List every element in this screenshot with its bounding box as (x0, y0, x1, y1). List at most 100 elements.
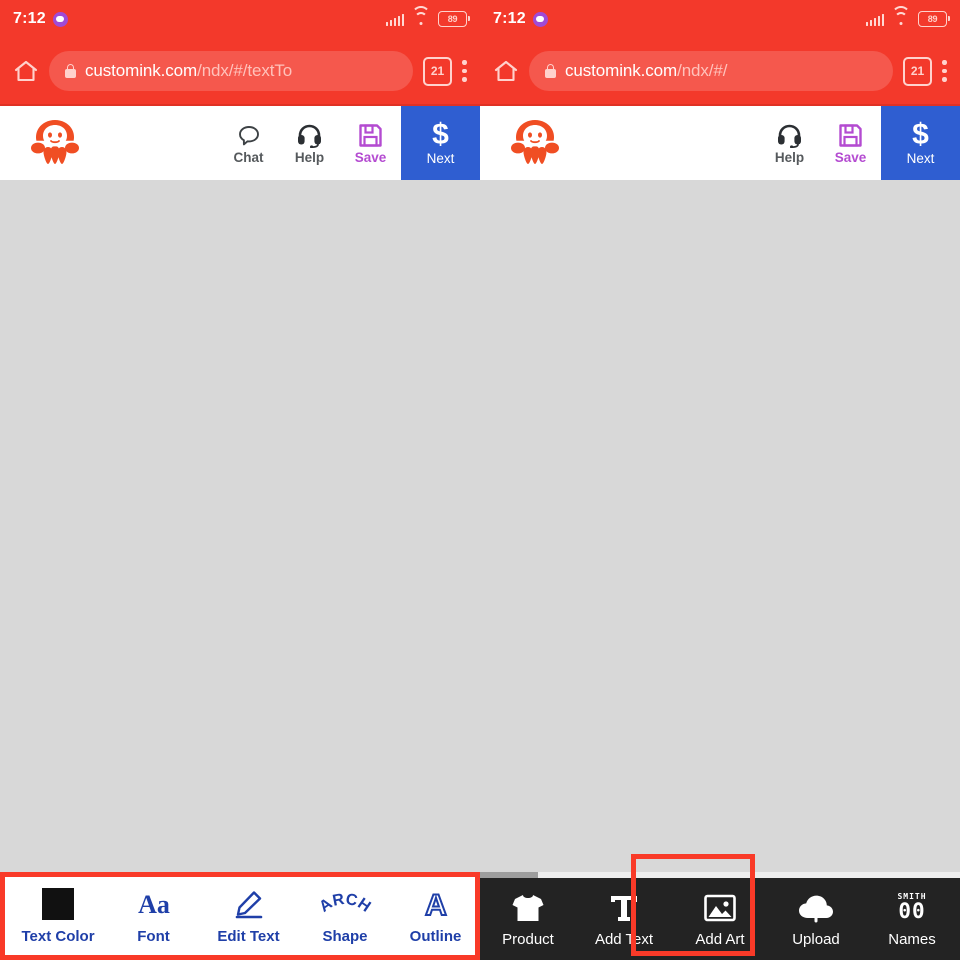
chat-label: Chat (233, 150, 264, 165)
tool-names[interactable]: SMITH 00 Names (869, 885, 955, 954)
tool-label: Upload (792, 930, 840, 948)
chat-icon (237, 121, 261, 148)
tool-label: Outline (409, 928, 462, 945)
tool-shape[interactable]: ARCH Shape (301, 887, 389, 945)
image-picture-icon (704, 891, 736, 925)
save-button[interactable]: Save (820, 106, 881, 180)
help-button[interactable]: Help (759, 106, 820, 180)
font-aa-icon: Aa (134, 887, 174, 921)
chat-bubble-icon (52, 11, 68, 27)
next-button[interactable]: $ Next (881, 106, 960, 180)
pencil-edit-icon (232, 887, 266, 921)
url-path: /ndx/#/ (677, 61, 728, 80)
url-text-left: customink.com/ndx/#/textTo (85, 61, 292, 81)
tool-edit-text[interactable]: Edit Text (196, 887, 301, 945)
svg-text:Aa: Aa (138, 890, 170, 919)
status-time: 7:12 (13, 10, 46, 27)
headset-icon (776, 121, 803, 148)
next-label: Next (426, 151, 455, 166)
tool-label: Names (888, 930, 936, 948)
cloud-upload-icon (798, 891, 834, 925)
tool-upload[interactable]: Upload (773, 885, 859, 954)
text-edit-toolbar[interactable]: Text Color Aa Font Edit Text ARCH Shape … (0, 872, 480, 960)
help-label: Help (774, 150, 805, 165)
jersey-number-icon: SMITH 00 (897, 891, 926, 925)
tool-add-text[interactable]: Add Text (581, 885, 667, 954)
next-button[interactable]: $ Next (401, 106, 480, 180)
browser-url-bar-left: customink.com/ndx/#/textTo 21 (0, 38, 480, 104)
save-button[interactable]: Save (340, 106, 401, 180)
status-bar-right: 7:12 89 (480, 0, 960, 38)
tool-label: Shape (322, 928, 368, 945)
save-label: Save (354, 150, 387, 165)
kebab-menu-icon[interactable] (942, 60, 947, 82)
address-bar-left[interactable]: customink.com/ndx/#/textTo (49, 51, 413, 91)
tool-add-art[interactable]: Add Art (677, 885, 763, 954)
status-right-group: 89 (385, 5, 470, 27)
outline-a-icon: A (420, 887, 452, 921)
tool-label: Add Text (594, 930, 654, 948)
tool-label: Add Art (695, 930, 745, 948)
dual-screenshot-comparison: 7:12 89 customink.com/ndx/#/textTo 21 Ch… (0, 0, 960, 960)
url-domain: customink.com (85, 61, 198, 80)
svg-text:ARCH: ARCH (318, 891, 372, 916)
floppy-disk-icon (358, 121, 383, 148)
chat-bubble-icon (532, 11, 548, 27)
headset-icon (296, 121, 323, 148)
home-icon[interactable] (493, 59, 519, 83)
right-phone-screen: 7:12 89 customink.com/ndx/#/ 21 Help Sav… (480, 0, 960, 960)
tool-label: Product (502, 930, 554, 948)
status-right-group: 89 (865, 5, 950, 27)
kebab-menu-icon[interactable] (462, 60, 467, 82)
help-label: Help (294, 150, 325, 165)
lock-icon (65, 64, 76, 78)
customink-octopus-logo[interactable] (0, 106, 110, 180)
next-label: Next (906, 151, 935, 166)
battery-level: 89 (927, 14, 938, 24)
svg-text:A: A (425, 889, 447, 919)
chat-button[interactable]: Chat (218, 106, 279, 180)
tool-label: Text Color (21, 928, 95, 945)
tshirt-icon (511, 891, 545, 925)
status-bar-left: 7:12 89 (0, 0, 480, 38)
tool-text-color[interactable]: Text Color (5, 887, 111, 945)
signal-bars-icon (865, 13, 884, 26)
appbar-spacer (590, 106, 759, 180)
tool-label: Edit Text (217, 928, 280, 945)
tool-product[interactable]: Product (485, 885, 571, 954)
url-text-right: customink.com/ndx/#/ (565, 61, 728, 81)
help-button[interactable]: Help (279, 106, 340, 180)
main-toolbar[interactable]: Product Add Text Add Art Upload SMITH 00… (480, 878, 960, 960)
status-left-group: 7:12 (13, 10, 68, 28)
browser-url-bar-right: customink.com/ndx/#/ 21 (480, 38, 960, 104)
tool-font[interactable]: Aa Font (111, 887, 196, 945)
names-icon-number: 00 (898, 899, 926, 923)
address-bar-right[interactable]: customink.com/ndx/#/ (529, 51, 893, 91)
battery-level: 89 (447, 14, 458, 24)
tab-counter-button[interactable]: 21 (903, 56, 932, 86)
tool-outline[interactable]: A Outline (389, 887, 475, 945)
dollar-sign-icon: $ (912, 118, 929, 151)
customink-octopus-logo[interactable] (480, 106, 590, 180)
url-domain: customink.com (565, 61, 678, 80)
lock-icon (545, 64, 556, 78)
url-path: /ndx/#/textTo (197, 61, 293, 80)
battery-icon: 89 (438, 11, 470, 27)
dollar-sign-icon: $ (432, 118, 449, 151)
signal-bars-icon (385, 13, 404, 26)
battery-icon: 89 (918, 11, 950, 27)
arch-text-icon: ARCH (318, 887, 372, 921)
status-time: 7:12 (493, 10, 526, 27)
floppy-disk-icon (838, 121, 863, 148)
wifi-icon (891, 5, 911, 26)
status-left-group: 7:12 (493, 10, 548, 28)
app-toolbar-left: Chat Help Save $ Next (0, 104, 480, 180)
tool-label: Font (137, 928, 170, 945)
color-swatch-icon (42, 887, 74, 921)
appbar-spacer (110, 106, 218, 180)
home-icon[interactable] (13, 59, 39, 83)
tab-counter-button[interactable]: 21 (423, 56, 452, 86)
app-toolbar-right: Help Save $ Next (480, 104, 960, 180)
save-label: Save (834, 150, 867, 165)
text-t-icon (609, 891, 639, 925)
